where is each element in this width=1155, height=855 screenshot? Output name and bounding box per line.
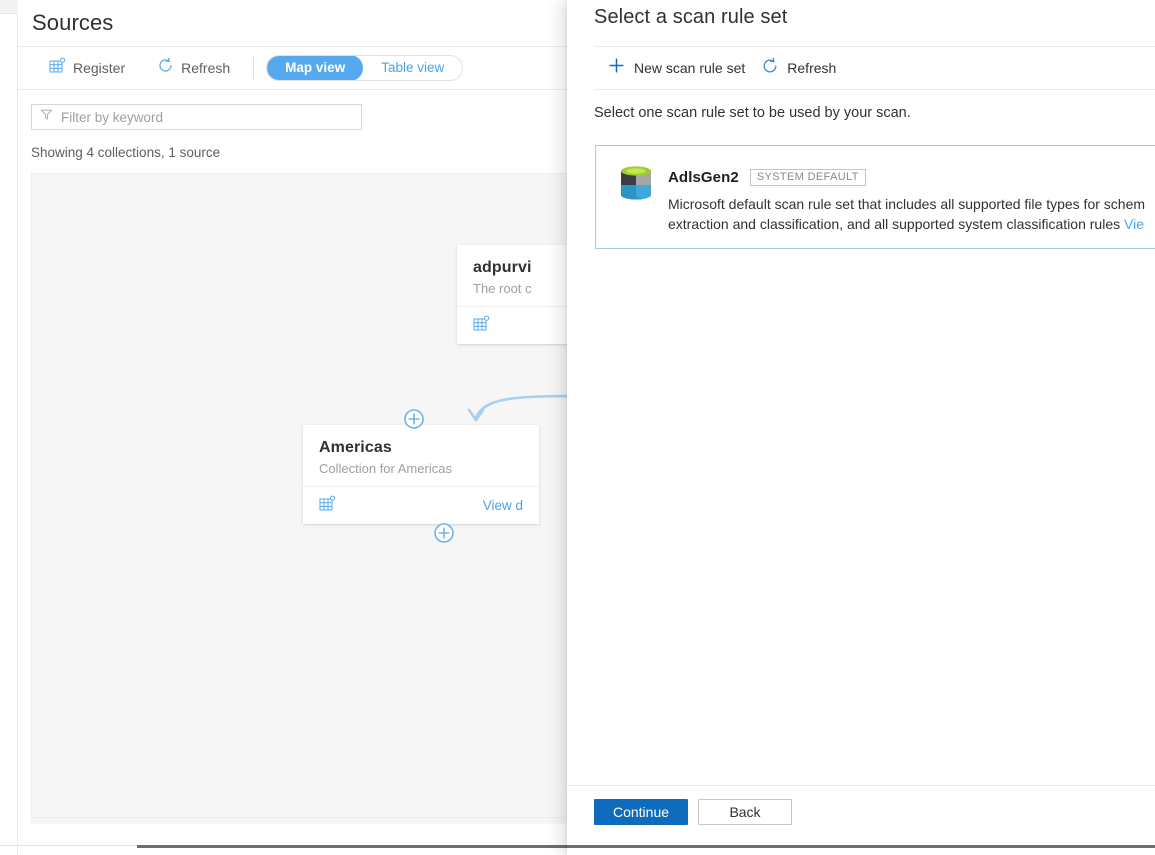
refresh-icon [761, 57, 779, 80]
app-root: Sources Register [0, 0, 1155, 855]
new-scan-rule-set-button[interactable]: New scan rule set [599, 52, 753, 84]
plus-icon [607, 56, 626, 80]
collection-card-root-footer [457, 306, 580, 344]
add-collection-button-americas[interactable] [433, 522, 455, 544]
collection-card-americas-title: Americas [319, 439, 523, 457]
filter-icon [40, 108, 53, 126]
panel-title: Select a scan rule set [594, 6, 787, 29]
window-horizontal-scrollbar-right[interactable] [567, 845, 1155, 848]
collection-card-americas-body: Americas Collection for Americas [303, 425, 539, 486]
register-grid-icon [49, 57, 66, 79]
refresh-button[interactable]: Refresh [148, 52, 239, 84]
status-badge: SYSTEM DEFAULT [750, 169, 866, 186]
add-collection-button-top[interactable] [403, 408, 425, 430]
filter-input[interactable]: Filter by keyword [61, 110, 163, 125]
collection-card-root-subtitle: The root c [473, 281, 580, 296]
showing-summary: Showing 4 collections, 1 source [31, 145, 220, 160]
collection-card-root-body: adpurvi The root c [457, 245, 580, 306]
panel-command-bar-divider [594, 89, 1155, 90]
window-horizontal-scrollbar-left[interactable] [137, 845, 580, 848]
map-horizontal-scrollbar[interactable] [31, 818, 580, 824]
scan-rule-set-name: AdlsGen2 [668, 169, 739, 186]
command-bar-divider [18, 89, 580, 90]
view-details-link[interactable]: Vie [1124, 216, 1144, 232]
page-title: Sources [32, 10, 113, 36]
command-bar-separator [253, 57, 254, 79]
collection-card-root-title: adpurvi [473, 259, 580, 277]
tab-map-view[interactable]: Map view [267, 55, 363, 81]
new-scan-rule-set-label: New scan rule set [634, 60, 745, 76]
scan-rule-set-description: Microsoft default scan rule set that inc… [668, 194, 1155, 234]
sources-command-bar: Register Refresh Map view Table view [18, 47, 580, 89]
left-nav-rail-cap [0, 0, 18, 14]
register-grid-icon[interactable] [319, 495, 336, 517]
tab-table-view[interactable]: Table view [363, 55, 462, 81]
panel-refresh-button[interactable]: Refresh [753, 52, 844, 84]
back-button[interactable]: Back [698, 799, 792, 825]
collection-card-root[interactable]: adpurvi The root c [457, 245, 580, 344]
collection-card-americas-subtitle: Collection for Americas [319, 461, 523, 476]
panel-footer-divider [567, 785, 1155, 786]
refresh-button-label: Refresh [181, 60, 230, 76]
panel-footer: Continue Back [594, 799, 792, 825]
view-mode-toggle: Map view Table view [266, 55, 463, 81]
scan-rule-set-card-adlsgen2[interactable]: AdlsGen2 SYSTEM DEFAULT Microsoft defaul… [595, 145, 1155, 249]
register-button-label: Register [73, 60, 125, 76]
scan-rule-set-description-line2: extraction and classification, and all s… [668, 216, 1124, 232]
panel-instruction-text: Select one scan rule set to be used by y… [594, 105, 911, 121]
left-nav-rail [0, 0, 18, 855]
collection-card-americas-footer: View d [303, 486, 539, 524]
register-grid-icon[interactable] [473, 315, 490, 337]
continue-button[interactable]: Continue [594, 799, 688, 825]
panel-command-bar: New scan rule set Refresh [594, 47, 1155, 89]
sources-page: Sources Register [0, 0, 580, 855]
collection-card-americas-view-details-link[interactable]: View d [483, 498, 523, 513]
register-button[interactable]: Register [40, 52, 134, 84]
scan-rule-set-description-line1: Microsoft default scan rule set that inc… [668, 196, 1145, 212]
adls-gen2-database-icon [617, 162, 655, 204]
collection-card-americas[interactable]: Americas Collection for Americas View d [303, 425, 539, 524]
scan-rule-set-header: AdlsGen2 SYSTEM DEFAULT [668, 169, 866, 186]
scan-rule-set-panel: Select a scan rule set New scan rule set [567, 0, 1155, 855]
filter-input-wrapper[interactable]: Filter by keyword [31, 104, 362, 130]
panel-refresh-label: Refresh [787, 60, 836, 76]
refresh-icon [157, 57, 174, 79]
